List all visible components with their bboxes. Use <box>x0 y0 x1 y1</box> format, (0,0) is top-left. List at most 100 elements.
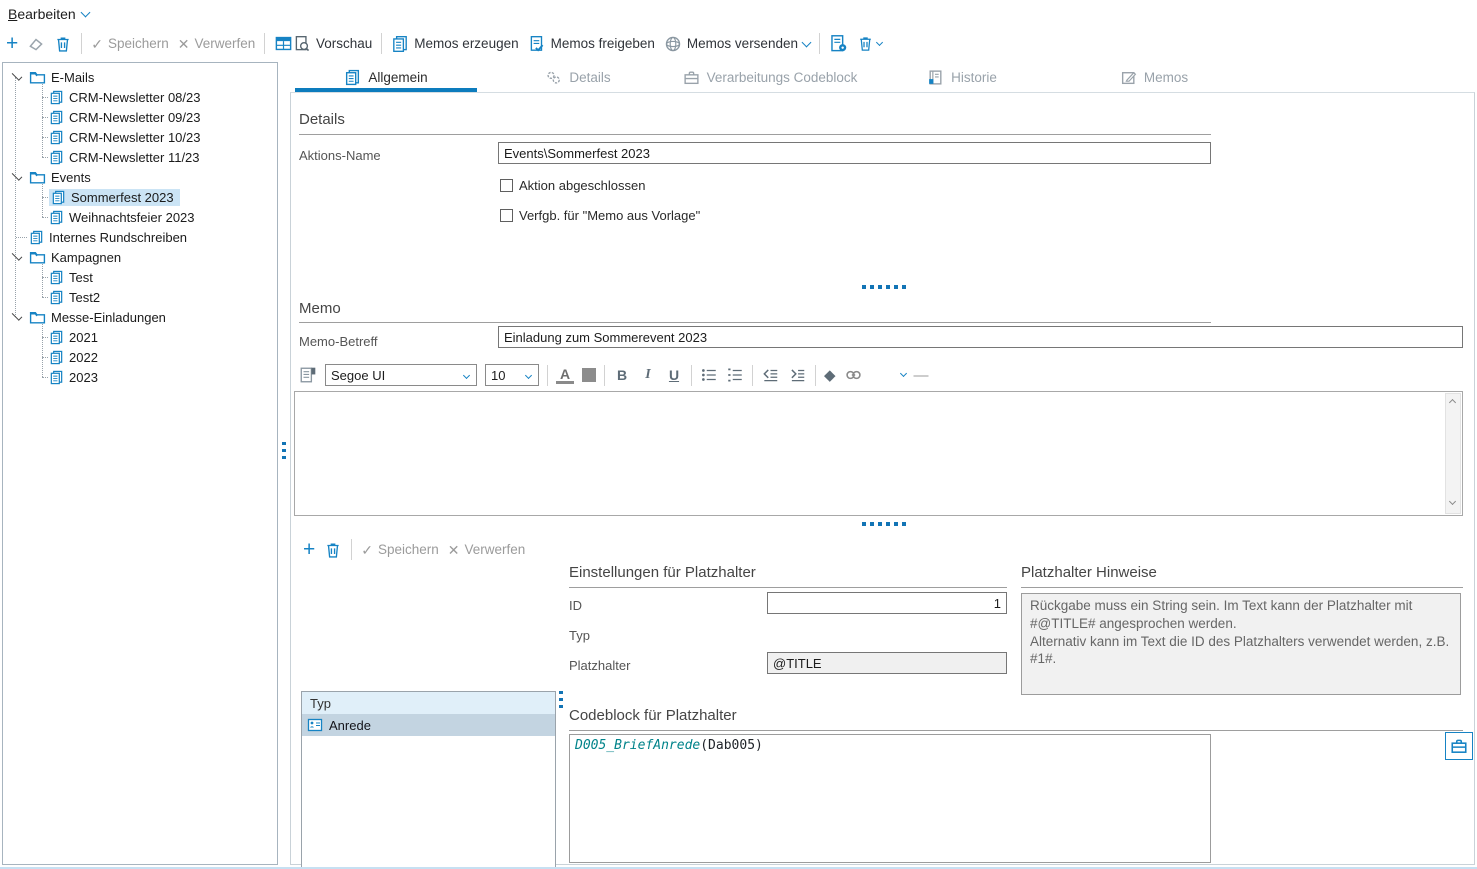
tree-item-memo[interactable]: CRM-Newsletter 08/23 <box>3 87 277 107</box>
font-size-select[interactable]: 10 <box>485 364 539 386</box>
list-row-anrede[interactable]: Anrede <box>302 714 555 736</box>
tree-item-memo[interactable]: CRM-Newsletter 09/23 <box>3 107 277 127</box>
list-column-header[interactable]: Typ <box>302 692 555 714</box>
tree-item-memo[interactable]: Test <box>3 267 277 287</box>
discard-button[interactable]: ✕ Verwerfen <box>178 36 256 51</box>
checkbox-icon[interactable] <box>500 209 513 222</box>
memo-body-editor[interactable] <box>294 391 1463 516</box>
tab-memos[interactable]: Memos <box>1058 62 1250 92</box>
tree-item-memo-selected[interactable]: Sommerfest 2023 <box>3 187 277 207</box>
horizontal-splitter-handle[interactable] <box>862 285 906 289</box>
expander-icon[interactable] <box>12 170 23 181</box>
create-memos-button[interactable]: Memos erzeugen <box>391 35 518 53</box>
toolbar-divider <box>604 365 605 386</box>
checkbox-icon[interactable] <box>500 179 513 192</box>
id-input[interactable] <box>767 592 1007 614</box>
toolbar-divider <box>381 33 382 54</box>
delete-placeholder-button[interactable] <box>324 541 342 559</box>
codeblock-editor[interactable]: D005_BriefAnrede(Dab005) <box>569 734 1211 863</box>
tree-item-folder[interactable]: E-Mails <box>3 67 277 87</box>
font-color-button[interactable]: A <box>556 367 574 384</box>
outdent-button[interactable] <box>761 366 780 384</box>
italic-button[interactable]: I <box>639 367 657 383</box>
vertical-splitter-handle[interactable] <box>282 442 286 460</box>
eraser-icon[interactable] <box>27 35 45 53</box>
save-placeholder-button[interactable]: ✓ Speichern <box>361 542 439 557</box>
menu-bearbeiten[interactable]: Bearbeiten <box>8 6 89 22</box>
vertical-splitter-handle[interactable] <box>559 691 563 709</box>
chevron-down-icon[interactable] <box>900 370 907 377</box>
tab-label: Verarbeitungs Codeblock <box>707 70 858 85</box>
memo-icon <box>49 210 64 225</box>
tree-item-memo[interactable]: CRM-Newsletter 10/23 <box>3 127 277 147</box>
numbered-list-button[interactable] <box>726 366 744 384</box>
tab-details[interactable]: Details <box>482 62 674 92</box>
send-memos-button[interactable]: Memos versenden <box>664 35 810 53</box>
memo-icon <box>49 130 64 145</box>
tree-item-memo[interactable]: 2021 <box>3 327 277 347</box>
memo-betreff-input[interactable] <box>498 326 1463 348</box>
tree-item-memo[interactable]: 2022 <box>3 347 277 367</box>
release-memos-button[interactable]: Memos freigeben <box>528 35 655 53</box>
tab-historie[interactable]: Historie <box>866 62 1058 92</box>
expander-icon[interactable] <box>12 70 23 81</box>
memo-settings-button[interactable] <box>829 34 848 53</box>
delete-button[interactable] <box>54 35 72 53</box>
collapse-button[interactable]: — <box>914 368 929 383</box>
discard-placeholder-button[interactable]: ✕ Verwerfen <box>448 542 526 557</box>
bold-button[interactable]: B <box>613 367 631 383</box>
tree-item-memo[interactable]: Test2 <box>3 287 277 307</box>
save-button[interactable]: ✓ Speichern <box>91 36 169 51</box>
tree-item-memo[interactable]: CRM-Newsletter 11/23 <box>3 147 277 167</box>
section-rule <box>569 730 1463 731</box>
globe-icon <box>664 35 682 53</box>
memo-stack-icon <box>344 69 361 86</box>
indent-button[interactable] <box>788 366 807 384</box>
font-family-select[interactable]: Segoe UI <box>325 364 477 386</box>
bullet-list-button[interactable] <box>700 366 718 384</box>
scroll-up-icon[interactable] <box>1449 399 1456 406</box>
platzhalter-label: Platzhalter <box>569 658 630 673</box>
memo-section-title: Memo <box>299 300 341 317</box>
edit-memo-icon <box>1120 69 1137 86</box>
tree-item-label: Messe-Einladungen <box>51 310 166 325</box>
hint-line: Alternativ kann im Text die ID des Platz… <box>1030 633 1452 669</box>
expander-icon[interactable] <box>12 310 23 321</box>
tree-item-folder[interactable]: Events <box>3 167 277 187</box>
tree-item-label: Sommerfest 2023 <box>71 190 174 205</box>
tree-item-label: CRM-Newsletter 09/23 <box>69 110 201 125</box>
folder-icon <box>29 170 46 185</box>
main-toolbar: + ✓ Speichern ✕ Verwerfen <box>6 33 293 54</box>
preview-button[interactable]: Vorschau <box>293 35 372 53</box>
symbol-button[interactable]: ◆ <box>824 368 836 383</box>
tree-item-memo[interactable]: Weihnachtsfeier 2023 <box>3 207 277 227</box>
expander-icon[interactable] <box>12 250 23 261</box>
tree-item-label: 2021 <box>69 330 98 345</box>
tab-verarbeitungs-codeblock[interactable]: Verarbeitungs Codeblock <box>674 62 866 92</box>
hyperlink-button[interactable] <box>844 366 863 384</box>
tree-item-memo[interactable]: 2023 <box>3 367 277 387</box>
section-rule <box>1021 587 1463 588</box>
chevron-down-icon <box>876 38 883 45</box>
tree-item-folder[interactable]: Kampagnen <box>3 247 277 267</box>
tree-item-label: CRM-Newsletter 10/23 <box>69 130 201 145</box>
add-placeholder-button[interactable]: + <box>303 541 315 559</box>
codeblock-tools-button[interactable] <box>1445 732 1473 760</box>
vertical-scrollbar[interactable] <box>1445 393 1461 514</box>
add-button[interactable]: + <box>6 35 18 53</box>
action-name-input[interactable] <box>498 142 1211 164</box>
checkbox-memo-aus-vorlage[interactable]: Verfgb. für "Memo aus Vorlage" <box>500 208 700 223</box>
datasource-button[interactable] <box>274 34 293 53</box>
highlight-color-button[interactable] <box>582 368 596 382</box>
checkbox-aktion-abgeschlossen[interactable]: Aktion abgeschlossen <box>500 178 645 193</box>
tree-item-label: Weihnachtsfeier 2023 <box>69 210 195 225</box>
placeholder-hints-box: Rückgabe muss ein String sein. Im Text k… <box>1021 593 1461 695</box>
underline-button[interactable]: U <box>665 367 683 383</box>
horizontal-splitter-handle[interactable] <box>862 522 906 526</box>
tree-item-memo[interactable]: Internes Rundschreiben <box>3 227 277 247</box>
tree-item-folder[interactable]: Messe-Einladungen <box>3 307 277 327</box>
delete-dropdown-button[interactable] <box>857 35 882 52</box>
insert-field-icon[interactable] <box>299 366 317 384</box>
code-arguments: (Dab005) <box>700 738 763 753</box>
scroll-down-icon[interactable] <box>1449 498 1456 505</box>
